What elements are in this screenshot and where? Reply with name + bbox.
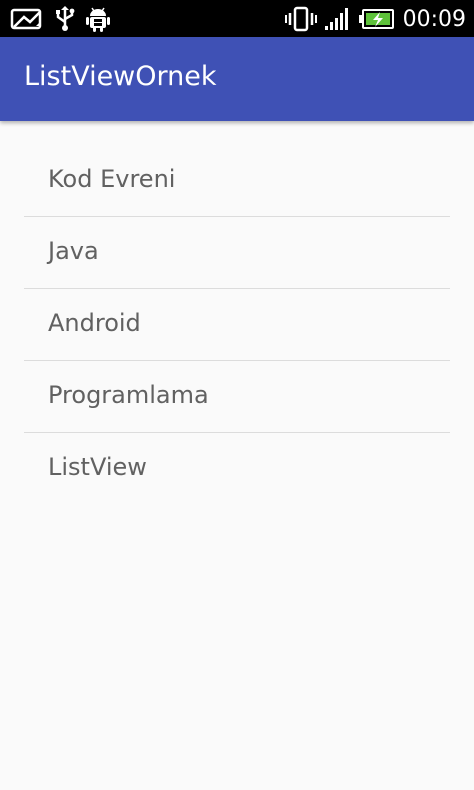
app-bar: ListViewOrnek: [0, 37, 474, 121]
battery-charging-icon: [358, 8, 395, 30]
phone-screen: 00:09 ListViewOrnek Kod Evreni Java Andr…: [0, 0, 474, 790]
list-item-label: ListView: [48, 453, 147, 481]
status-system: 00:09: [284, 4, 466, 34]
status-notifications: [10, 6, 110, 32]
signal-icon: [324, 7, 351, 31]
list-item-label: Kod Evreni: [48, 165, 176, 193]
list-item-label: Programlama: [48, 381, 209, 409]
list-view[interactable]: Kod Evreni Java Android Programlama List…: [0, 145, 474, 504]
vibrate-icon: [284, 6, 317, 32]
status-bar: 00:09: [0, 0, 474, 37]
usb-icon: [54, 6, 76, 32]
list-item[interactable]: Programlama: [24, 361, 450, 433]
app-title: ListViewOrnek: [24, 61, 217, 92]
list-item-label: Java: [48, 237, 99, 265]
list-item[interactable]: Kod Evreni: [24, 145, 450, 217]
list-item[interactable]: Java: [24, 217, 450, 289]
android-debug-icon: [86, 6, 110, 32]
status-clock: 00:09: [402, 6, 466, 32]
list-item[interactable]: ListView: [24, 433, 450, 504]
list-item[interactable]: Android: [24, 289, 450, 361]
list-item-label: Android: [48, 309, 141, 337]
photo-icon: [10, 7, 44, 31]
